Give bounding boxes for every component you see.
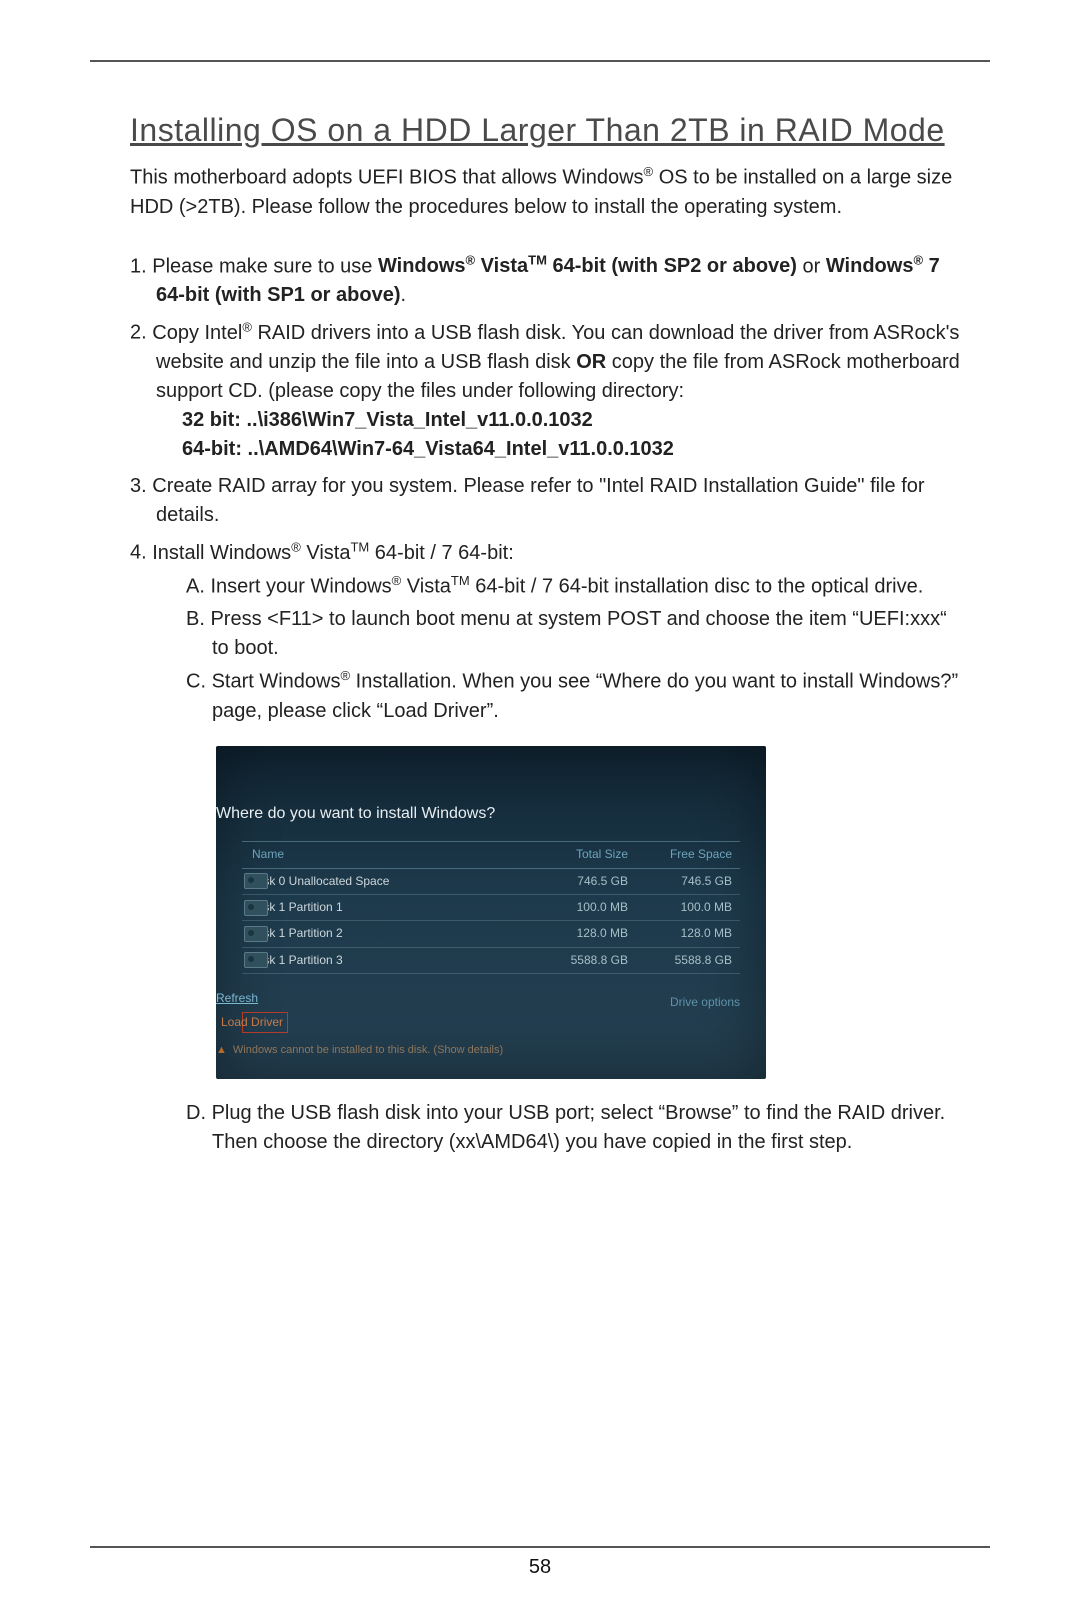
sub-num: A. xyxy=(186,575,205,597)
fig-links: Refresh Load Driver Drive options xyxy=(216,982,766,1037)
drive-options-link[interactable]: Drive options xyxy=(696,994,740,1011)
disk-name: Disk 1 Partition 1 xyxy=(278,899,530,916)
step-2: 2. Copy Intel® RAID drivers into a USB f… xyxy=(130,318,962,464)
t: OR xyxy=(576,351,606,373)
substeps: A. Insert your Windows® VistaTM 64-bit /… xyxy=(156,572,962,726)
page-number: 58 xyxy=(90,1556,990,1579)
disk-free: 128.0 MB xyxy=(638,925,738,942)
hdd-icon xyxy=(244,952,268,968)
disk-name: Disk 1 Partition 3 xyxy=(278,952,530,969)
col-free: Free Space xyxy=(638,846,738,863)
hdd-icon xyxy=(244,873,268,889)
step-num: 1. xyxy=(130,255,147,277)
steps-list: 1. Please make sure to use Windows® Vist… xyxy=(130,252,962,1157)
t: Press <F11> to launch boot menu at syste… xyxy=(210,608,946,659)
table-row[interactable]: Disk 1 Partition 35588.8 GB5588.8 GB xyxy=(242,948,740,974)
disk-total: 128.0 MB xyxy=(534,925,634,942)
tm-mark: TM xyxy=(451,573,470,588)
t: Please make sure to use xyxy=(152,255,378,277)
substeps-2: D. Plug the USB flash disk into your USB… xyxy=(156,1099,962,1157)
t: Windows xyxy=(378,255,466,277)
col-name: Name xyxy=(278,846,530,863)
t: Install Windows xyxy=(152,542,291,564)
t: . xyxy=(400,284,406,306)
step-num: 4. xyxy=(130,542,147,564)
sub-num: C. xyxy=(186,671,206,693)
tm-mark: TM xyxy=(528,253,547,268)
reg-mark: ® xyxy=(644,164,654,179)
warning-text: Windows cannot be installed to this disk… xyxy=(233,1044,503,1056)
t: 64-bit / 7 64-bit: xyxy=(369,542,514,564)
t: Vista xyxy=(475,255,528,277)
reg-mark: ® xyxy=(913,253,923,268)
table-row[interactable]: Disk 1 Partition 1100.0 MB100.0 MB xyxy=(242,895,740,921)
t: 64-bit / 7 64-bit installation disc to t… xyxy=(470,575,924,597)
reg-mark: ® xyxy=(392,573,402,588)
disk-name: Disk 1 Partition 2 xyxy=(278,925,530,942)
fig-table-head: Name Total Size Free Space xyxy=(242,841,740,868)
t: Copy Intel xyxy=(152,322,242,344)
intro-paragraph: This motherboard adopts UEFI BIOS that a… xyxy=(130,163,962,222)
substep-a: A. Insert your Windows® VistaTM 64-bit /… xyxy=(186,572,962,602)
t: Insert your Windows xyxy=(210,575,391,597)
reg-mark: ® xyxy=(341,668,351,683)
col-total: Total Size xyxy=(534,846,634,863)
refresh-link[interactable]: Refresh xyxy=(242,990,288,1007)
substep-b: B. Press <F11> to launch boot menu at sy… xyxy=(186,605,962,663)
bottom-rule xyxy=(90,1546,990,1548)
back-arrow-icon: ← xyxy=(216,757,218,777)
sub-num: D. xyxy=(186,1102,206,1124)
disk-total: 5588.8 GB xyxy=(534,952,634,969)
substep-d: D. Plug the USB flash disk into your USB… xyxy=(186,1099,962,1157)
fig-table: Name Total Size Free Space Disk 0 Unallo… xyxy=(242,841,740,974)
table-row[interactable]: Disk 0 Unallocated Space746.5 GB746.5 GB xyxy=(242,869,740,895)
fig-header: ← xyxy=(216,746,766,786)
t: Windows xyxy=(826,255,914,277)
disk-free: 100.0 MB xyxy=(638,899,738,916)
t: Vista xyxy=(401,575,451,597)
warning-icon: ▲ xyxy=(216,1044,227,1056)
t: Start Windows xyxy=(212,671,341,693)
step-4: 4. Install Windows® VistaTM 64-bit / 7 6… xyxy=(130,538,962,1157)
reg-mark: ® xyxy=(242,319,252,334)
sub-num: B. xyxy=(186,608,205,630)
table-row[interactable]: Disk 1 Partition 2128.0 MB128.0 MB xyxy=(242,921,740,947)
t: or xyxy=(797,255,826,277)
t: Vista xyxy=(301,542,351,564)
tm-mark: TM xyxy=(350,539,369,554)
page-footer: 58 xyxy=(90,1546,990,1579)
substep-c: C. Start Windows® Installation. When you… xyxy=(186,667,962,726)
install-screenshot: ← Where do you want to install Windows? … xyxy=(216,746,766,1079)
path-64bit: 64-bit: ..\AMD64\Win7-64_Vista64_Intel_v… xyxy=(182,438,674,460)
fig-warning: ▲ Windows cannot be installed to this dis… xyxy=(216,1037,766,1079)
reg-mark: ® xyxy=(466,253,476,268)
reg-mark: ® xyxy=(291,539,301,554)
page-content: Installing OS on a HDD Larger Than 2TB i… xyxy=(90,62,990,1157)
t: Create RAID array for you system. Please… xyxy=(152,475,924,526)
t: 64-bit (with SP2 or above) xyxy=(547,255,797,277)
step-3: 3. Create RAID array for you system. Ple… xyxy=(130,472,962,530)
load-driver-link[interactable]: Load Driver xyxy=(242,1012,288,1033)
disk-total: 100.0 MB xyxy=(534,899,634,916)
intro-a: This motherboard adopts UEFI BIOS that a… xyxy=(130,167,644,189)
hdd-icon xyxy=(244,900,268,916)
step-num: 2. xyxy=(130,322,147,344)
step-1: 1. Please make sure to use Windows® Vist… xyxy=(130,252,962,311)
disk-name: Disk 0 Unallocated Space xyxy=(278,873,530,890)
disk-total: 746.5 GB xyxy=(534,873,634,890)
page-title: Installing OS on a HDD Larger Than 2TB i… xyxy=(130,112,962,149)
disk-free: 5588.8 GB xyxy=(638,952,738,969)
disk-free: 746.5 GB xyxy=(638,873,738,890)
fig-title: Where do you want to install Windows? xyxy=(216,786,766,841)
path-32bit: 32 bit: ..\i386\Win7_Vista_Intel_v11.0.0… xyxy=(182,409,593,431)
t: Plug the USB flash disk into your USB po… xyxy=(212,1102,946,1153)
step-num: 3. xyxy=(130,475,147,497)
hdd-icon xyxy=(244,926,268,942)
